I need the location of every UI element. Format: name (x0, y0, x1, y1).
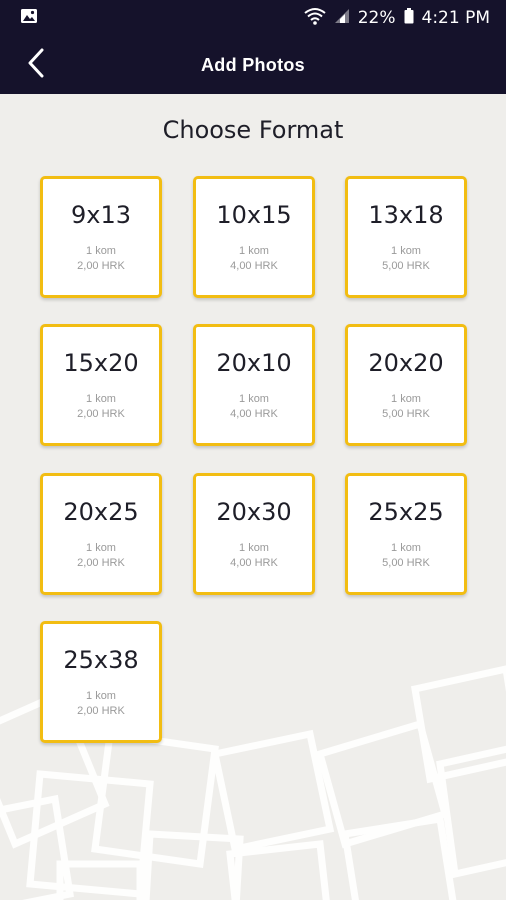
format-price: 5,00 HRK (382, 260, 430, 272)
format-size: 25x38 (63, 646, 139, 674)
format-price: 5,00 HRK (382, 408, 430, 420)
clock: 4:21 PM (421, 8, 491, 28)
format-size: 25x25 (368, 498, 444, 526)
format-quantity: 1 kom (86, 690, 116, 702)
battery-percentage: 22% (357, 8, 396, 28)
choose-format-heading: Choose Format (162, 116, 344, 144)
format-quantity: 1 kom (86, 245, 116, 257)
format-price: 5,00 HRK (382, 557, 430, 569)
back-button[interactable] (16, 45, 56, 85)
chevron-left-icon (26, 48, 46, 83)
format-size: 9x13 (70, 201, 131, 229)
main-content: Choose Format 9x13 1 kom 2,00 HRK 10x15 … (0, 94, 506, 900)
format-price: 2,00 HRK (77, 260, 125, 272)
format-card-13x18[interactable]: 13x18 1 kom 5,00 HRK (345, 176, 467, 298)
format-price: 2,00 HRK (77, 705, 125, 717)
signal-icon (334, 8, 350, 29)
format-quantity: 1 kom (391, 245, 421, 257)
wifi-icon (304, 7, 326, 30)
format-size: 13x18 (368, 201, 444, 229)
format-quantity: 1 kom (239, 542, 269, 554)
format-card-20x25[interactable]: 20x25 1 kom 2,00 HRK (40, 473, 162, 595)
format-card-25x25[interactable]: 25x25 1 kom 5,00 HRK (345, 473, 467, 595)
format-card-20x10[interactable]: 20x10 1 kom 4,00 HRK (193, 324, 315, 446)
format-size: 10x15 (216, 201, 292, 229)
format-price: 2,00 HRK (77, 557, 125, 569)
format-size: 20x25 (63, 498, 139, 526)
format-card-20x30[interactable]: 20x30 1 kom 4,00 HRK (193, 473, 315, 595)
status-bar: 22% 4:21 PM (0, 0, 506, 36)
format-size: 20x10 (216, 349, 292, 377)
app-bar: Add Photos (0, 36, 506, 94)
format-size: 20x30 (216, 498, 292, 526)
format-card-15x20[interactable]: 15x20 1 kom 2,00 HRK (40, 324, 162, 446)
format-size: 20x20 (368, 349, 444, 377)
format-price: 4,00 HRK (230, 408, 278, 420)
format-quantity: 1 kom (86, 393, 116, 405)
format-quantity: 1 kom (391, 542, 421, 554)
format-card-20x20[interactable]: 20x20 1 kom 5,00 HRK (345, 324, 467, 446)
format-card-9x13[interactable]: 9x13 1 kom 2,00 HRK (40, 176, 162, 298)
format-quantity: 1 kom (86, 542, 116, 554)
format-price: 4,00 HRK (230, 260, 278, 272)
format-quantity: 1 kom (239, 245, 269, 257)
format-price: 4,00 HRK (230, 557, 278, 569)
page-title: Add Photos (201, 54, 305, 75)
format-size: 15x20 (63, 349, 139, 377)
status-right: 22% 4:21 PM (304, 7, 490, 30)
format-price: 2,00 HRK (77, 408, 125, 420)
format-card-25x38[interactable]: 25x38 1 kom 2,00 HRK (40, 621, 162, 743)
status-left (20, 7, 38, 30)
image-icon (20, 7, 38, 30)
format-quantity: 1 kom (391, 393, 421, 405)
format-card-10x15[interactable]: 10x15 1 kom 4,00 HRK (193, 176, 315, 298)
battery-icon (404, 7, 414, 29)
format-quantity: 1 kom (239, 393, 269, 405)
